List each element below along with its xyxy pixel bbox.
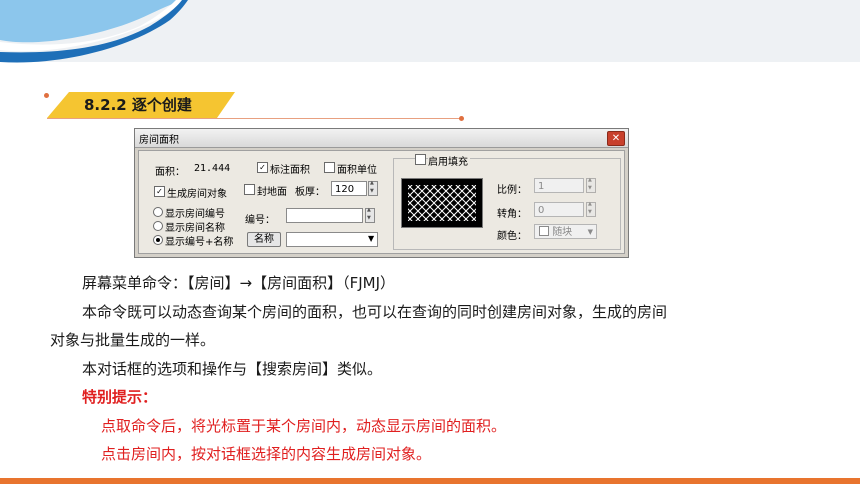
tip-title: 特别提示： (82, 388, 158, 406)
dialog-body: 面积： 21.444 ✓ 标注面积 面积单位 ✓ 生成房间对象 封地面 板厚： … (138, 150, 625, 254)
chevron-down-icon: ▼ (587, 228, 593, 236)
number-input[interactable] (286, 208, 363, 223)
wave-decoration (0, 0, 188, 63)
dialog-title: 房间面积 (139, 135, 179, 146)
room-area-dialog: 房间面积 ✕ 面积： 21.444 ✓ 标注面积 面积单位 ✓ 生成房间对象 封… (134, 128, 629, 258)
mark-area-checkbox[interactable]: ✓ (257, 162, 268, 173)
seal-floor-checkbox[interactable] (244, 184, 255, 195)
dialog-titlebar[interactable]: 房间面积 ✕ (135, 129, 628, 148)
section-dot-right (459, 116, 464, 121)
command-line-text: 屏幕菜单命令：【房间】→【房间面积】（FJMJ） (82, 274, 395, 292)
slab-thickness-spinner[interactable] (368, 180, 378, 196)
slab-thickness-label: 板厚： (295, 187, 325, 198)
radio-show-room-name-label: 显示房间名称 (165, 223, 225, 234)
tip-item-2: 点击房间内，按对话框选择的内容生成房间对象。 (101, 445, 432, 463)
color-value: 随块 (552, 227, 573, 238)
create-room-checkbox[interactable]: ✓ (154, 186, 165, 197)
tip-item-1: 点取命令后，将光标置于某个房间内，动态显示房间的面积。 (101, 417, 507, 435)
chevron-down-icon[interactable]: ▼ (368, 234, 374, 243)
footer-accent-bar (0, 478, 860, 484)
color-swatch-icon (539, 226, 549, 236)
close-icon[interactable]: ✕ (607, 131, 625, 146)
scale-input[interactable]: 1 (534, 178, 584, 193)
description-line-3: 本对话框的选项和操作与【搜索房间】类似。 (82, 360, 383, 378)
color-select[interactable]: 随块 ▼ (534, 224, 597, 239)
section-dot-left (44, 93, 49, 98)
mark-area-label: 标注面积 (270, 165, 310, 176)
fill-pattern-preview (401, 178, 483, 228)
area-value: 21.444 (194, 163, 231, 174)
number-spinner[interactable] (365, 207, 375, 223)
fill-enable-checkbox[interactable] (415, 154, 426, 165)
area-unit-label: 面积单位 (337, 165, 377, 176)
description-line-2: 对象与批量生成的一样。 (50, 331, 216, 349)
radio-show-room-name[interactable] (153, 221, 163, 231)
radio-show-number-and-name[interactable] (153, 235, 163, 245)
color-label: 颜色： (497, 231, 527, 242)
scale-label: 比例： (497, 185, 527, 196)
area-label: 面积： (155, 167, 185, 178)
fill-enable-label: 启用填充 (428, 153, 470, 168)
radio-show-room-number[interactable] (153, 207, 163, 217)
slab-thickness-input[interactable]: 120 (331, 181, 367, 196)
scale-spinner[interactable] (586, 177, 596, 193)
radio-show-number-and-name-label: 显示编号+名称 (165, 237, 234, 248)
description-line-1: 本命令既可以动态查询某个房间的面积，也可以在查询的同时创建房间对象，生成的房间 (82, 303, 668, 321)
rotation-input[interactable]: 0 (534, 202, 584, 217)
rotation-spinner[interactable] (586, 201, 596, 217)
name-select[interactable] (286, 232, 378, 247)
area-unit-checkbox[interactable] (324, 162, 335, 173)
section-title: 8.2.2 逐个创建 (84, 96, 192, 114)
number-label: 编号： (245, 215, 275, 226)
rotation-label: 转角： (497, 209, 527, 220)
section-underline (47, 118, 461, 119)
seal-floor-label: 封地面 (257, 187, 287, 198)
create-room-label: 生成房间对象 (167, 189, 227, 200)
name-button[interactable]: 名称 (247, 232, 281, 247)
radio-show-room-number-label: 显示房间编号 (165, 209, 225, 220)
crosshatch-pattern-icon (408, 185, 476, 221)
